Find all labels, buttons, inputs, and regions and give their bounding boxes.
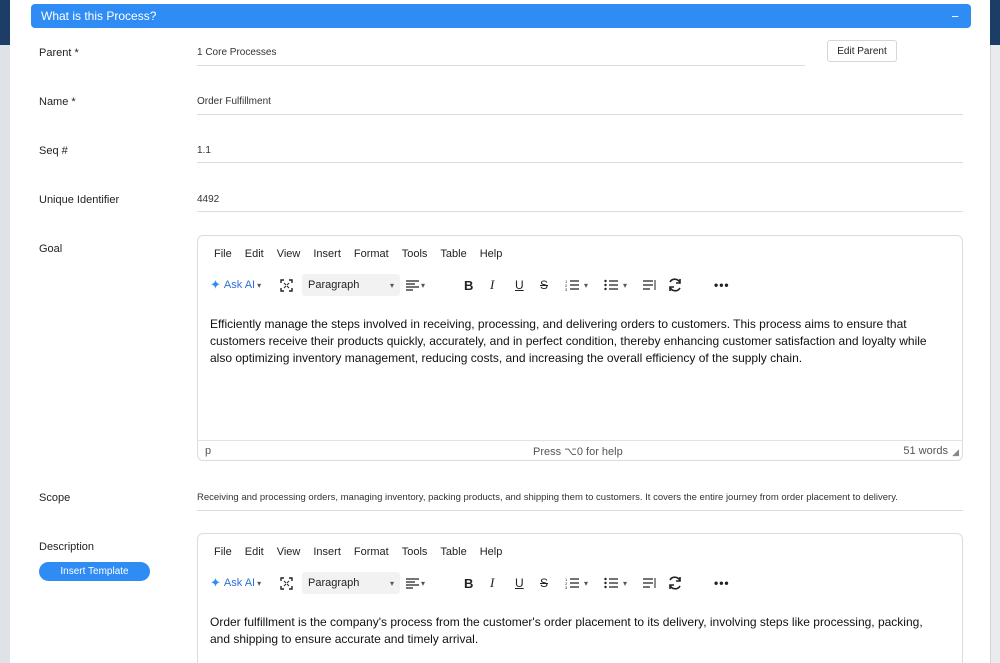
ask-ai-label: Ask AI [223,279,256,291]
menu-format[interactable]: Format [354,248,389,260]
description-editor[interactable]: File Edit View Insert Format Tools Table… [197,533,963,663]
chevron-down-icon: ▾ [421,578,426,588]
menu-insert[interactable]: Insert [313,248,341,260]
goal-editor[interactable]: File Edit View Insert Format Tools Table… [197,235,963,461]
svg-text:3: 3 [565,585,568,589]
line-height-icon[interactable] [643,274,657,296]
uid-field[interactable]: 4492 [197,194,219,205]
goal-label: Goal [39,243,63,255]
goal-content[interactable]: Efficiently manage the steps involved in… [210,316,945,367]
section-header[interactable]: What is this Process? − [31,4,971,28]
menu-edit[interactable]: Edit [245,248,264,260]
menu-table[interactable]: Table [440,546,466,558]
edit-parent-button[interactable]: Edit Parent [827,40,897,62]
seq-underline [197,162,963,163]
scope-underline [197,510,963,511]
scope-field[interactable]: Receiving and processing orders, managin… [197,492,898,503]
chevron-down-icon: ▾ [623,578,628,588]
menu-help[interactable]: Help [480,546,503,558]
element-path[interactable]: p [205,445,211,457]
strikethrough-icon[interactable]: S [540,572,548,594]
editor-toolbar: ✦ Ask AI ▾ Paragraph ▾ ▾ B I U S 123 ▾ ▾… [210,274,950,296]
resize-handle-icon[interactable]: ◢ [952,447,959,458]
backdrop-right [990,45,1000,663]
menu-view[interactable]: View [277,546,301,558]
ask-ai-label: Ask AI [223,577,256,589]
menu-format[interactable]: Format [354,546,389,558]
bold-icon[interactable]: B [464,572,473,594]
chevron-down-icon: ▾ [584,578,589,588]
block-format-select[interactable]: Paragraph ▾ [302,274,400,296]
name-field[interactable]: Order Fulfillment [197,96,271,107]
editor-toolbar: ✦ Ask AI ▾ Paragraph ▾ ▾ B I U S 123 ▾ ▾… [210,572,950,594]
section-title: What is this Process? [41,9,157,23]
goal-statusbar: p Press ⌥0 for help 51 words ◢ [198,440,962,460]
align-icon[interactable]: ▾ [406,572,425,594]
chevron-down-icon: ▾ [389,280,394,290]
numbered-list-icon[interactable]: 123 ▾ [565,572,588,594]
ask-ai-button[interactable]: ✦ Ask AI ▾ [210,572,261,594]
process-modal: What is this Process? − Parent * 1 Core … [10,0,990,663]
more-icon[interactable]: ••• [714,274,730,296]
align-icon[interactable]: ▾ [406,274,425,296]
fullscreen-icon[interactable] [280,274,293,296]
ask-ai-button[interactable]: ✦ Ask AI ▾ [210,274,261,296]
insert-template-button[interactable]: Insert Template [39,562,150,581]
parent-underline [197,65,805,66]
italic-icon[interactable]: I [490,572,494,594]
block-format-select[interactable]: Paragraph ▾ [302,572,400,594]
line-height-icon[interactable] [643,572,657,594]
chevron-down-icon: ▾ [257,578,262,588]
menu-tools[interactable]: Tools [402,546,428,558]
bold-icon[interactable]: B [464,274,473,296]
underline-icon[interactable]: U [515,274,524,296]
underline-icon[interactable]: U [515,572,524,594]
parent-value[interactable]: 1 Core Processes [197,47,276,58]
uid-label: Unique Identifier [39,194,120,206]
menu-edit[interactable]: Edit [245,546,264,558]
description-content[interactable]: Order fulfillment is the company's proce… [210,614,945,648]
description-label: Description [39,541,95,553]
menu-help[interactable]: Help [480,248,503,260]
chevron-down-icon: ▾ [623,280,628,290]
block-format-value: Paragraph [308,279,360,291]
strikethrough-icon[interactable]: S [540,274,548,296]
parent-label: Parent * [39,47,79,59]
word-count[interactable]: 51 words [903,445,948,457]
refresh-icon[interactable] [667,274,683,296]
refresh-icon[interactable] [667,572,683,594]
bullet-list-icon[interactable]: ▾ [604,274,627,296]
svg-text:3: 3 [565,287,568,291]
italic-icon[interactable]: I [490,274,494,296]
name-underline [197,114,963,115]
scope-label: Scope [39,492,71,504]
menu-table[interactable]: Table [440,248,466,260]
seq-label: Seq # [39,145,68,157]
menu-insert[interactable]: Insert [313,546,341,558]
block-format-value: Paragraph [308,577,360,589]
menu-view[interactable]: View [277,248,301,260]
collapse-icon[interactable]: − [951,10,959,23]
chevron-down-icon: ▾ [584,280,589,290]
sparkle-icon: ✦ [210,575,221,590]
sparkle-icon: ✦ [210,277,221,292]
fullscreen-icon[interactable] [280,572,293,594]
menu-file[interactable]: File [214,546,232,558]
uid-underline [197,211,963,212]
name-label: Name * [39,96,76,108]
help-hint: Press ⌥0 for help [533,446,623,458]
backdrop-left [0,45,10,663]
menu-file[interactable]: File [214,248,232,260]
seq-field[interactable]: 1.1 [197,145,211,156]
bullet-list-icon[interactable]: ▾ [604,572,627,594]
numbered-list-icon[interactable]: 123 ▾ [565,274,588,296]
editor-menubar: File Edit View Insert Format Tools Table… [214,546,515,558]
menu-tools[interactable]: Tools [402,248,428,260]
chevron-down-icon: ▾ [257,280,262,290]
editor-menubar: File Edit View Insert Format Tools Table… [214,248,515,260]
chevron-down-icon: ▾ [421,280,426,290]
chevron-down-icon: ▾ [389,578,394,588]
more-icon[interactable]: ••• [714,572,730,594]
